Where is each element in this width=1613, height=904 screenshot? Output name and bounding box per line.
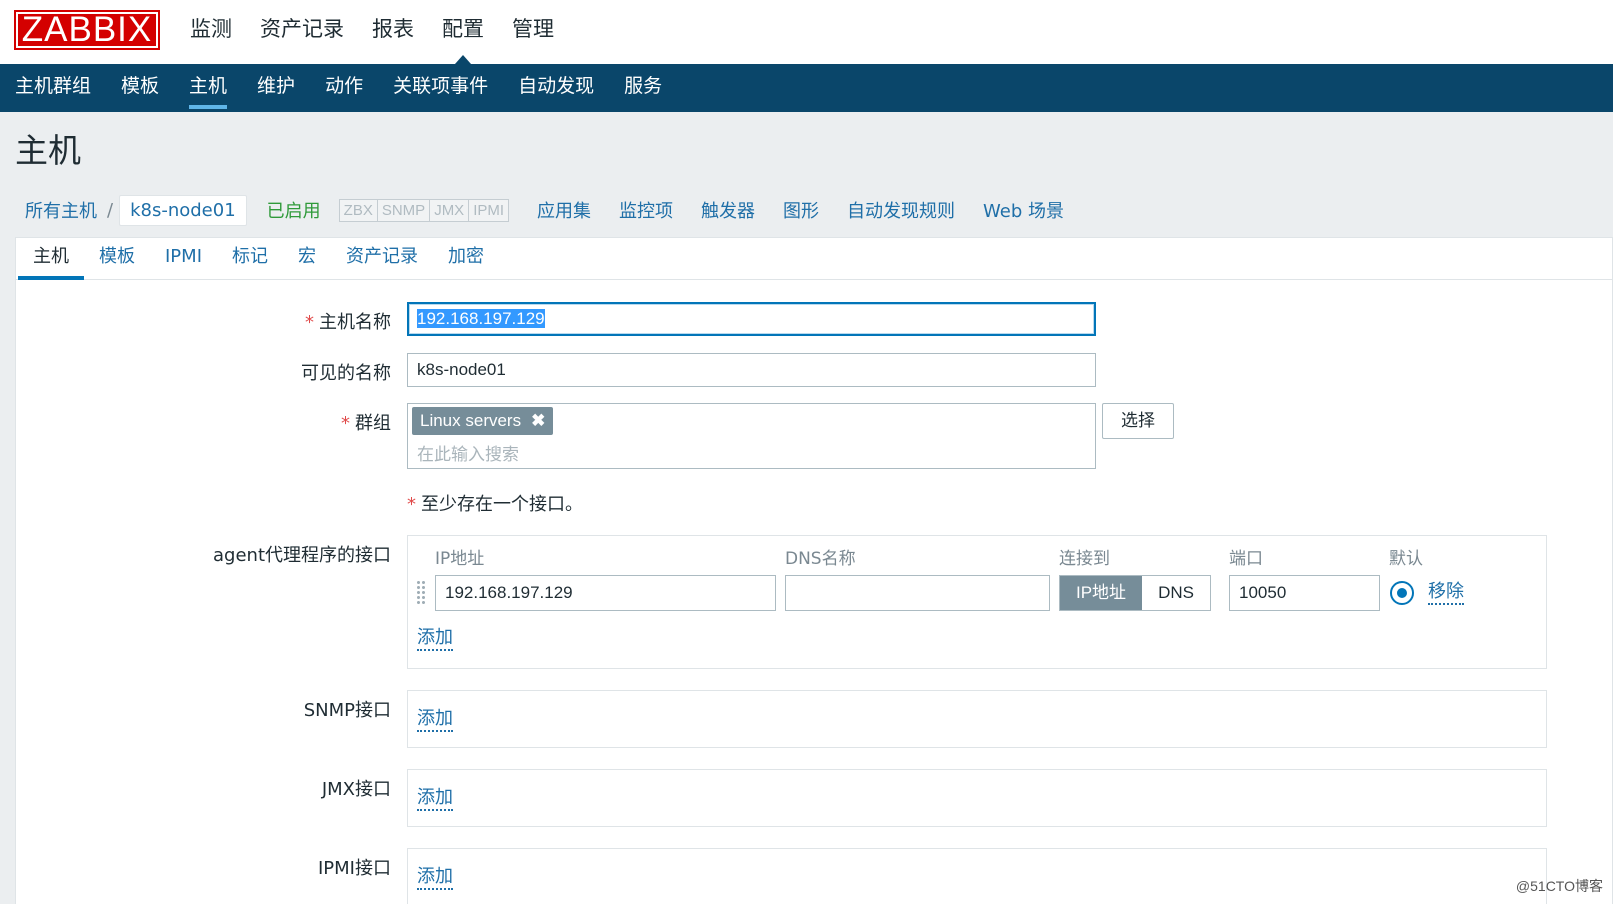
tab-ipmi[interactable]: IPMI	[150, 238, 217, 279]
select-button[interactable]: 选择	[1102, 403, 1174, 439]
groups-multiselect[interactable]: Linux servers ✖ 在此输入搜索	[407, 403, 1096, 469]
top-menu: 监测 资产记录 报表 配置 管理	[176, 0, 568, 64]
groups-search-input[interactable]: 在此输入搜索	[417, 440, 519, 465]
visible-name-input[interactable]: k8s-node01	[407, 353, 1096, 387]
default-radio[interactable]	[1390, 581, 1414, 605]
close-icon[interactable]: ✖	[531, 411, 545, 430]
sub-menu-actions[interactable]: 动作	[310, 64, 378, 112]
link-graphs[interactable]: 图形	[769, 197, 833, 223]
tab-host[interactable]: 主机	[18, 238, 84, 280]
sub-menu-services[interactable]: 服务	[609, 64, 677, 112]
snmp-interface-label: SNMP接口	[303, 700, 391, 721]
tab-macros[interactable]: 宏	[283, 238, 331, 279]
availability-jmx: JMX	[430, 199, 470, 221]
connect-to-toggle: IP地址 DNS	[1059, 575, 1211, 611]
availability-ipmi: IPMI	[473, 201, 505, 219]
host-form-panel: 主机 模板 IPMI 标记 宏 资产记录 加密 * 主机名称 192.168.19…	[15, 237, 1613, 904]
tab-encryption[interactable]: 加密	[433, 238, 499, 279]
connect-dns-option[interactable]: DNS	[1142, 576, 1210, 610]
drag-handle-icon[interactable]	[416, 580, 426, 606]
add-agent-interface-link[interactable]: 添加	[417, 627, 453, 651]
col-ip-header: IP地址	[435, 549, 485, 569]
ipmi-interface-box: 添加	[407, 848, 1547, 904]
agent-port-input[interactable]: 10050	[1229, 575, 1380, 611]
sub-menu-maintenance[interactable]: 维护	[242, 64, 310, 112]
link-discovery-rules[interactable]: 自动发现规则	[833, 197, 969, 223]
required-mark: *	[341, 413, 350, 434]
breadcrumb-current-host[interactable]: k8s-node01	[119, 194, 247, 226]
top-menu-reports[interactable]: 报表	[358, 0, 428, 64]
required-mark: *	[407, 494, 416, 515]
link-triggers[interactable]: 触发器	[687, 197, 769, 223]
tab-tags[interactable]: 标记	[217, 238, 283, 279]
host-links: 应用集 监控项 触发器 图形 自动发现规则 Web 场景	[523, 197, 1078, 223]
add-snmp-interface-link[interactable]: 添加	[417, 708, 453, 732]
interface-hint: * 至少存在一个接口。	[407, 490, 583, 516]
top-menu-administration[interactable]: 管理	[498, 0, 568, 64]
page-title: 主机	[15, 131, 81, 170]
sub-menu-hosts[interactable]: 主机	[174, 64, 242, 112]
watermark: @51CTO博客	[1515, 878, 1603, 894]
col-dns-header: DNS名称	[785, 549, 856, 569]
zabbix-logo[interactable]: ZABBIX	[14, 10, 160, 50]
jmx-interface-label: JMX接口	[321, 779, 391, 800]
groups-label: * 群组	[31, 409, 391, 435]
availability-snmp: SNMP	[378, 199, 431, 221]
remove-interface-link[interactable]: 移除	[1428, 581, 1464, 605]
visible-name-label: 可见的名称	[301, 363, 391, 384]
col-port-header: 端口	[1229, 549, 1263, 569]
sub-menu-templates[interactable]: 模板	[106, 64, 174, 112]
top-menu-monitoring[interactable]: 监测	[176, 0, 246, 64]
link-items[interactable]: 监控项	[605, 197, 687, 223]
breadcrumb-separator: /	[107, 199, 114, 221]
agent-interface-box: IP地址 DNS名称 连接到 端口 默认 192.168.197.129 IP地…	[407, 535, 1547, 669]
link-web-scenarios[interactable]: Web 场景	[969, 197, 1078, 223]
jmx-interface-box: 添加	[407, 769, 1547, 827]
host-name-label: * 主机名称	[31, 308, 391, 334]
required-mark: *	[305, 312, 314, 333]
agent-interface-label: agent代理程序的接口	[213, 545, 391, 566]
top-menu-inventory[interactable]: 资产记录	[246, 0, 358, 64]
groups-label-text: 群组	[355, 413, 391, 434]
col-default-header: 默认	[1389, 549, 1423, 569]
group-tag: Linux servers ✖	[412, 407, 554, 435]
breadcrumb-all-hosts[interactable]: 所有主机	[15, 197, 107, 223]
tab-inventory[interactable]: 资产记录	[331, 238, 433, 279]
group-tag-label: Linux servers	[420, 411, 522, 430]
snmp-interface-box: 添加	[407, 690, 1547, 748]
sub-menu-correlation[interactable]: 关联项事件	[378, 64, 503, 112]
add-ipmi-interface-link[interactable]: 添加	[417, 866, 453, 890]
agent-dns-input[interactable]	[785, 575, 1050, 611]
col-connect-header: 连接到	[1059, 549, 1110, 569]
agent-ip-input[interactable]: 192.168.197.129	[435, 575, 776, 611]
connect-ip-option[interactable]: IP地址	[1060, 576, 1143, 610]
top-menu-configuration[interactable]: 配置	[428, 0, 498, 64]
sub-menu: 主机群组 模板 主机 维护 动作 关联项事件 自动发现 服务	[0, 64, 1613, 112]
host-name-label-text: 主机名称	[319, 312, 391, 333]
tab-templates[interactable]: 模板	[84, 238, 150, 279]
sub-menu-discovery[interactable]: 自动发现	[503, 64, 609, 112]
status-enabled-link[interactable]: 已启用	[267, 197, 321, 223]
form-tabs: 主机 模板 IPMI 标记 宏 资产记录 加密	[16, 238, 1612, 280]
ipmi-interface-label: IPMI接口	[317, 858, 391, 879]
top-header: ZABBIX 监测 资产记录 报表 配置 管理	[0, 0, 1613, 64]
host-nav: 所有主机 / k8s-node01 已启用 ZBX SNMP JMX IPMI …	[15, 192, 1613, 228]
availability-indicators: ZBX SNMP JMX IPMI	[338, 198, 510, 222]
host-name-value: 192.168.197.129	[417, 309, 545, 328]
link-applications[interactable]: 应用集	[523, 197, 605, 223]
sub-menu-host-groups[interactable]: 主机群组	[0, 64, 106, 112]
add-jmx-interface-link[interactable]: 添加	[417, 787, 453, 811]
availability-zbx: ZBX	[340, 199, 378, 221]
host-name-input[interactable]: 192.168.197.129	[407, 302, 1096, 336]
interface-hint-text: 至少存在一个接口。	[421, 494, 583, 515]
